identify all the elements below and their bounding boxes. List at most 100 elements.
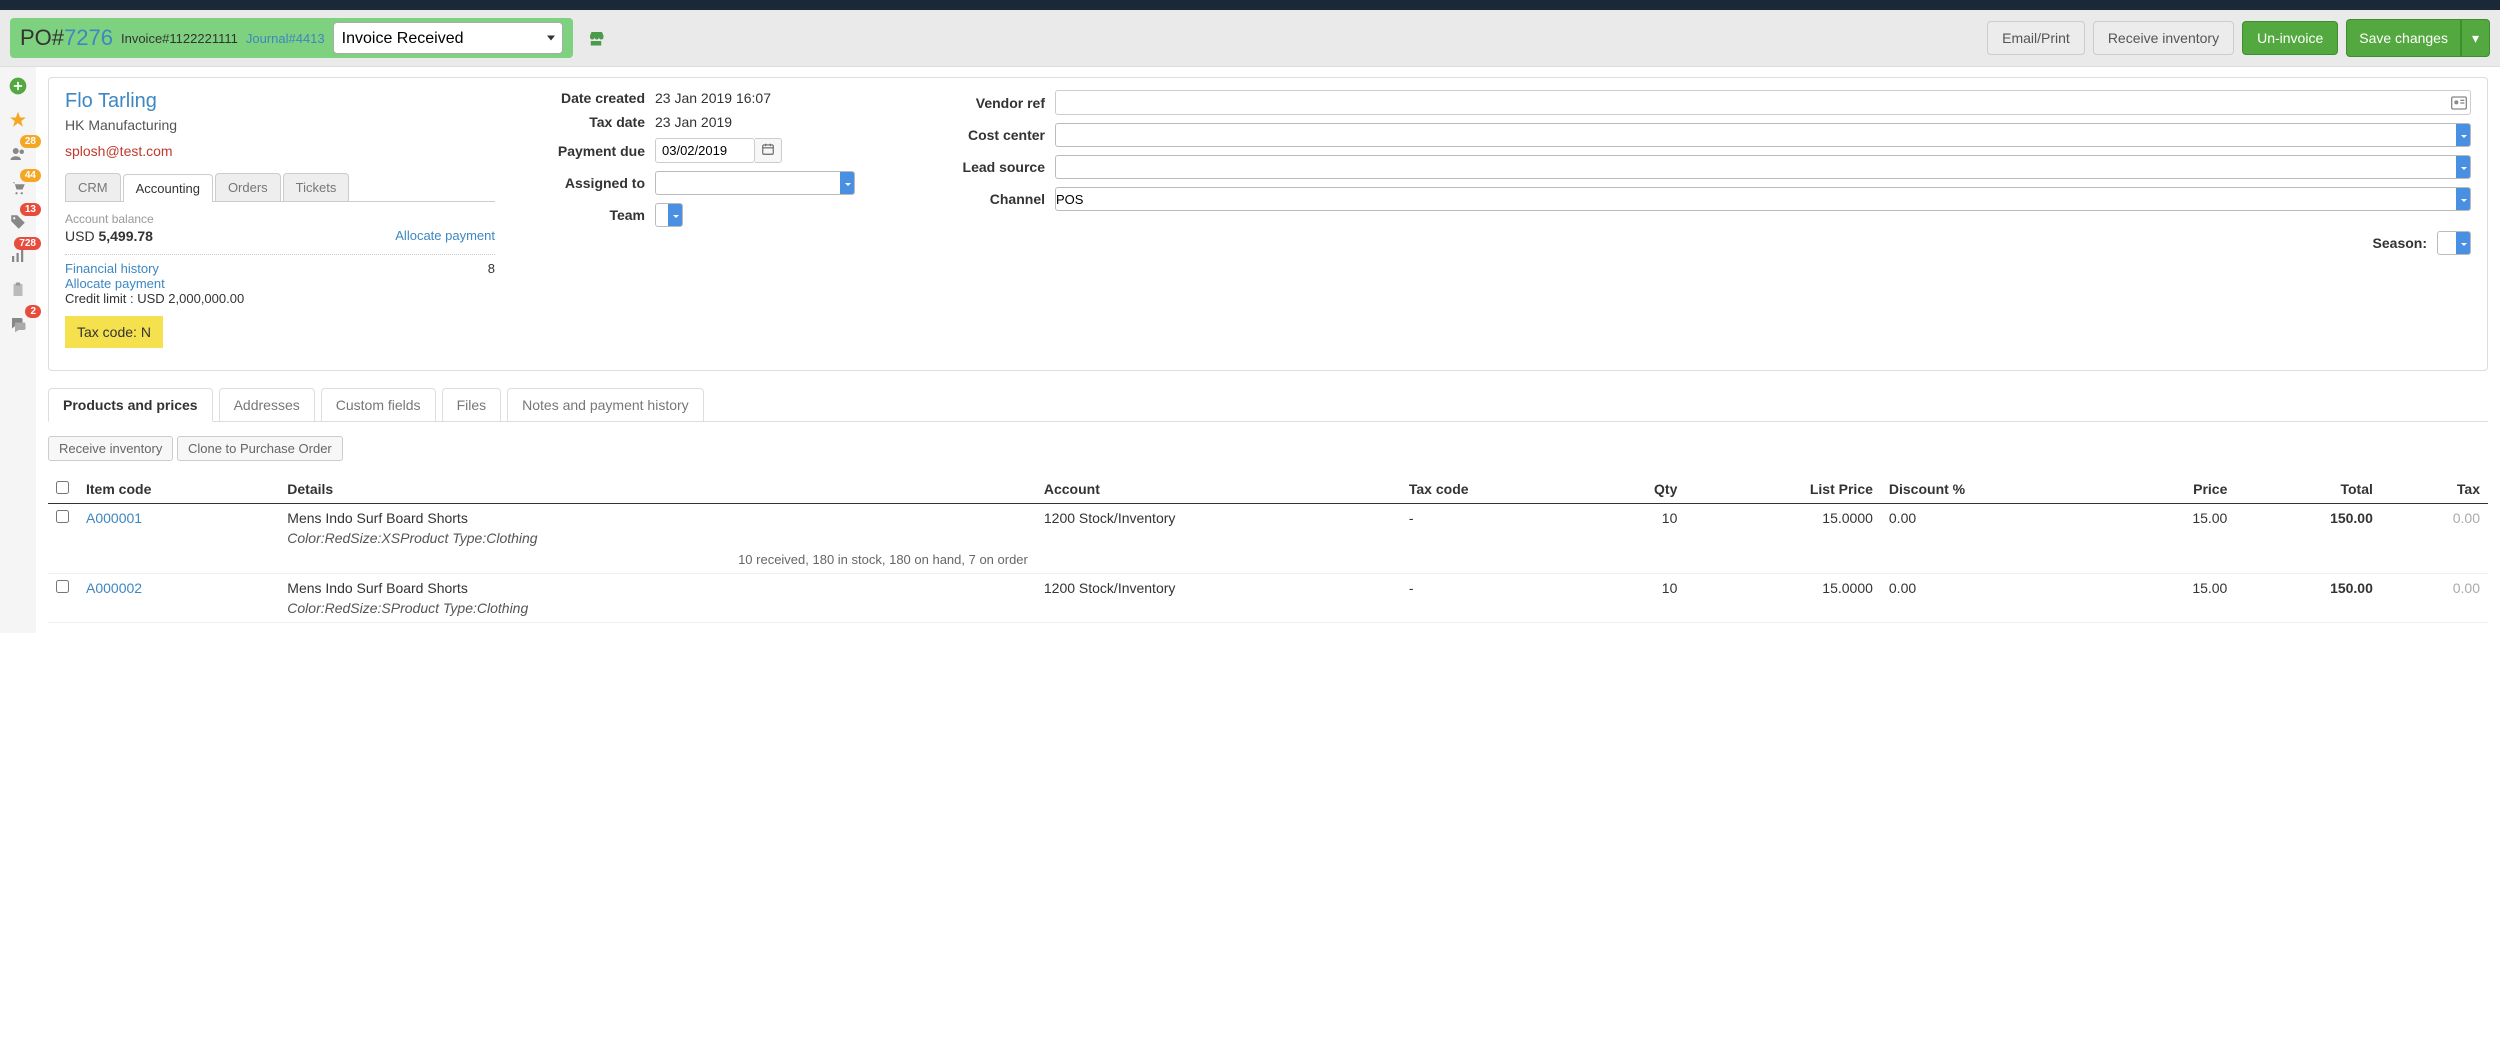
vendor-ref-label: Vendor ref [915, 95, 1055, 111]
item-qty: 10 [1588, 504, 1685, 574]
item-list-price: 15.0000 [1685, 574, 1881, 623]
row-checkbox[interactable] [56, 580, 69, 593]
vendor-tabs: CRM Accounting Orders Tickets [65, 173, 495, 202]
tab-accounting[interactable]: Accounting [123, 174, 213, 202]
tab-notes[interactable]: Notes and payment history [507, 388, 704, 422]
allocate-payment-link-top[interactable]: Allocate payment [395, 228, 495, 244]
table-row: A000001 Mens Indo Surf Board Shorts Colo… [48, 504, 2488, 574]
financial-history-count: 8 [488, 261, 495, 276]
item-discount: 0.00 [1881, 504, 2109, 574]
item-qty: 10 [1588, 574, 1685, 623]
col-tax: Tax [2381, 475, 2488, 504]
tag-icon[interactable]: 13 [5, 209, 31, 235]
chat-icon[interactable]: 2 [5, 311, 31, 337]
assigned-to-label: Assigned to [515, 175, 655, 191]
team-select[interactable] [655, 203, 683, 227]
receive-inventory-button[interactable]: Receive inventory [2093, 21, 2234, 55]
date-created-value: 23 Jan 2019 16:07 [655, 90, 771, 106]
item-account: 1200 Stock/Inventory [1036, 574, 1401, 623]
channel-label: Channel [915, 191, 1055, 207]
vendor-name[interactable]: Flo Tarling [65, 90, 495, 113]
lead-source-label: Lead source [915, 159, 1055, 175]
col-discount: Discount % [1881, 475, 2109, 504]
cost-center-select[interactable] [1055, 123, 2471, 147]
col-account: Account [1036, 475, 1401, 504]
po-number[interactable]: 7276 [64, 25, 113, 50]
store-icon[interactable] [587, 29, 605, 47]
item-price: 15.00 [2109, 504, 2235, 574]
status-select[interactable]: Invoice Received [333, 22, 563, 54]
account-balance-label: Account balance [65, 212, 495, 226]
un-invoice-button[interactable]: Un-invoice [2242, 21, 2338, 55]
journal-link[interactable]: Journal#4413 [246, 31, 325, 46]
col-details: Details [279, 475, 1036, 504]
season-label: Season: [915, 235, 2437, 251]
item-discount: 0.00 [1881, 574, 2109, 623]
vendor-ref-input[interactable] [1055, 90, 2471, 115]
col-item-code: Item code [78, 475, 279, 504]
payment-due-label: Payment due [515, 143, 655, 159]
tab-files[interactable]: Files [442, 388, 502, 422]
payment-due-input[interactable] [655, 138, 755, 163]
calendar-icon[interactable] [755, 138, 782, 163]
item-code-link[interactable]: A000002 [86, 580, 142, 596]
col-list-price: List Price [1685, 475, 1881, 504]
row-checkbox[interactable] [56, 510, 69, 523]
vendor-company: HK Manufacturing [65, 117, 495, 133]
save-button[interactable]: Save changes [2346, 19, 2461, 57]
lower-tabs: Products and prices Addresses Custom fie… [48, 387, 2488, 422]
credit-limit: Credit limit : USD 2,000,000.00 [65, 291, 495, 306]
tab-orders[interactable]: Orders [215, 173, 281, 201]
col-tax-code: Tax code [1401, 475, 1588, 504]
item-meta: Color:RedSize:XSProduct Type:Clothing [287, 530, 1028, 546]
col-total: Total [2235, 475, 2381, 504]
save-button-group: Save changes ▾ [2346, 19, 2490, 57]
lead-source-select[interactable] [1055, 155, 2471, 179]
users-icon[interactable]: 28 [5, 141, 31, 167]
invoice-label: Invoice#1122221111 [121, 31, 238, 46]
chart-icon[interactable]: 728 [5, 243, 31, 269]
tab-crm[interactable]: CRM [65, 173, 121, 201]
star-icon[interactable] [5, 107, 31, 133]
item-tax-code: - [1401, 504, 1588, 574]
table-row: A000002 Mens Indo Surf Board Shorts Colo… [48, 574, 2488, 623]
save-dropdown-button[interactable]: ▾ [2461, 19, 2490, 57]
tab-addresses[interactable]: Addresses [219, 388, 315, 422]
tab-products[interactable]: Products and prices [48, 388, 213, 422]
allocate-payment-link[interactable]: Allocate payment [65, 276, 495, 291]
item-tax-code: - [1401, 574, 1588, 623]
team-label: Team [515, 207, 655, 223]
season-select[interactable] [2437, 231, 2471, 255]
receive-inventory-action[interactable]: Receive inventory [48, 436, 173, 461]
item-account: 1200 Stock/Inventory [1036, 504, 1401, 574]
cart-icon[interactable]: 44 [5, 175, 31, 201]
item-code-link[interactable]: A000001 [86, 510, 142, 526]
id-card-icon[interactable] [2451, 96, 2467, 110]
tax-code-badge: Tax code: N [65, 316, 163, 348]
vendor-email[interactable]: splosh@test.com [65, 143, 495, 159]
date-created-label: Date created [515, 90, 655, 106]
item-tax: 0.00 [2381, 574, 2488, 623]
item-name: Mens Indo Surf Board Shorts [287, 580, 1028, 596]
sidebar: 28 44 13 728 2 [0, 67, 36, 633]
col-qty: Qty [1588, 475, 1685, 504]
assigned-to-select[interactable] [655, 171, 855, 195]
tax-date-value: 23 Jan 2019 [655, 114, 732, 130]
select-all-checkbox[interactable] [56, 481, 69, 494]
app-topbar [0, 0, 2500, 10]
item-total: 150.00 [2235, 574, 2381, 623]
add-icon[interactable] [5, 73, 31, 99]
clone-to-po-action[interactable]: Clone to Purchase Order [177, 436, 343, 461]
email-print-button[interactable]: Email/Print [1987, 21, 2085, 55]
tab-tickets[interactable]: Tickets [283, 173, 350, 201]
col-price: Price [2109, 475, 2235, 504]
item-list-price: 15.0000 [1685, 504, 1881, 574]
financial-history-link[interactable]: Financial history [65, 261, 159, 276]
channel-select[interactable]: POS [1055, 187, 2471, 211]
tab-custom-fields[interactable]: Custom fields [321, 388, 436, 422]
vendor-panel: Flo Tarling HK Manufacturing splosh@test… [48, 77, 2488, 371]
tax-date-label: Tax date [515, 114, 655, 130]
item-meta: Color:RedSize:SProduct Type:Clothing [287, 600, 1028, 616]
clipboard-icon[interactable] [5, 277, 31, 303]
main-content: Flo Tarling HK Manufacturing splosh@test… [36, 67, 2500, 633]
